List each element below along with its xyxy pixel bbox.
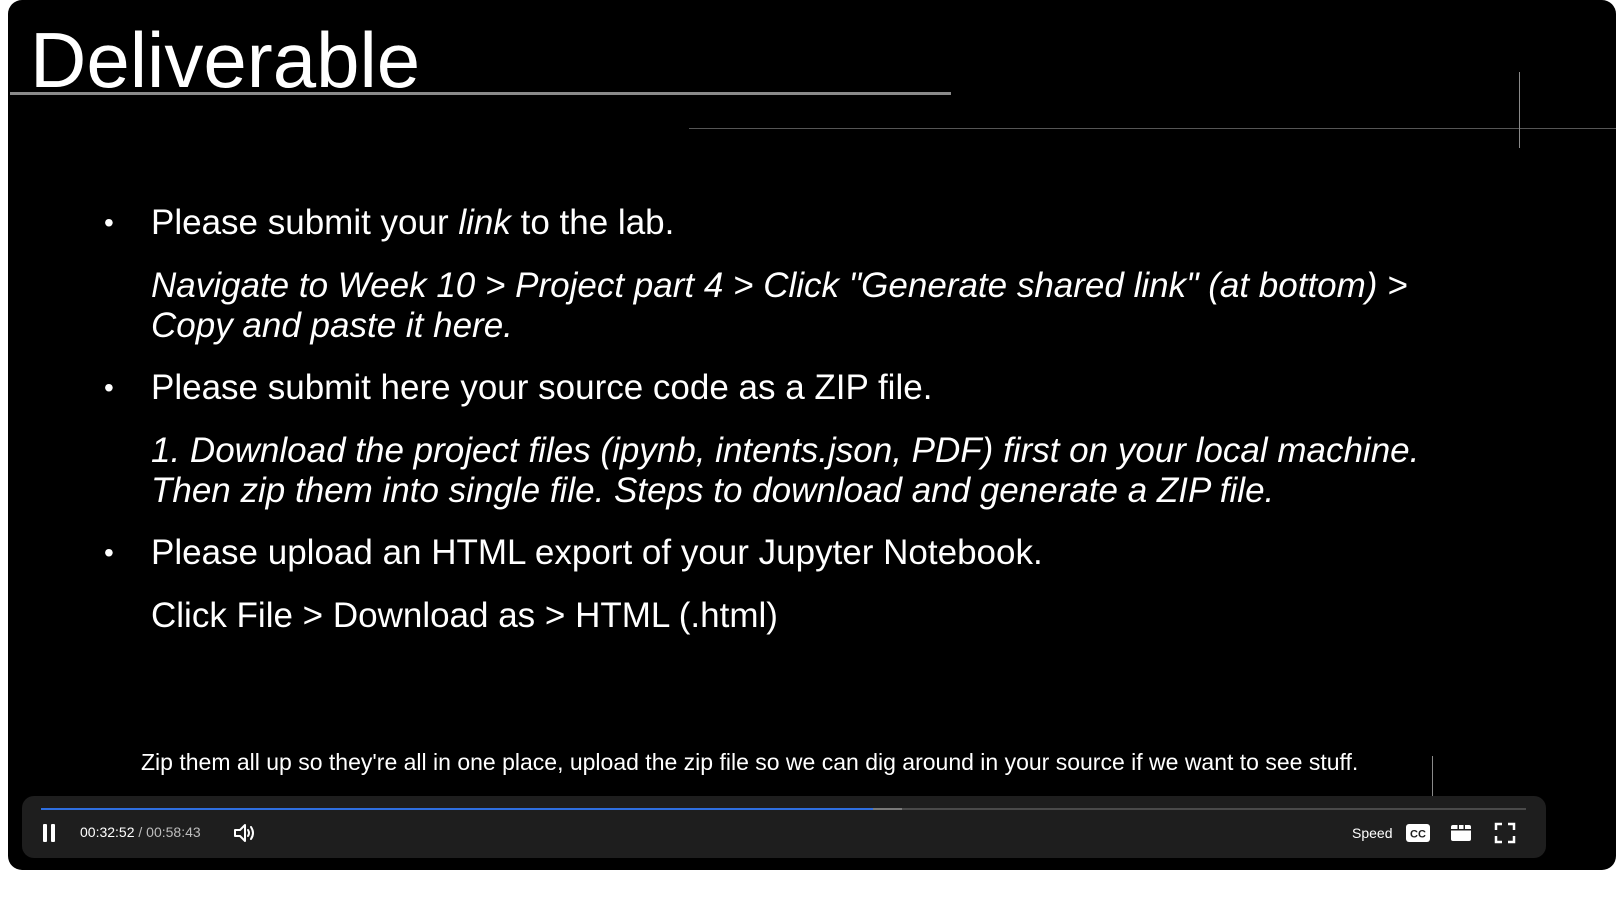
decorative-vertical-line bbox=[1519, 72, 1520, 148]
subtitle-caption: Zip them all up so they're all in one pl… bbox=[141, 749, 1359, 775]
captions-button[interactable]: CC bbox=[1405, 820, 1431, 846]
bullet-text-tail: to the lab. bbox=[510, 203, 675, 242]
volume-button[interactable] bbox=[232, 820, 258, 846]
caption-divider bbox=[1432, 756, 1433, 796]
bullet-text: Please upload an HTML export of your Jup… bbox=[151, 533, 1043, 572]
time-display: 00:32:52 / 00:58:43 bbox=[80, 824, 201, 840]
bullet-item: • Please submit your link to the lab. bbox=[104, 203, 1491, 243]
bullet-emphasis: link bbox=[458, 203, 511, 242]
bullet-icon: • bbox=[104, 537, 114, 568]
speed-button[interactable]: Speed bbox=[1352, 825, 1392, 841]
bullet-icon: • bbox=[104, 372, 114, 403]
progress-played bbox=[41, 808, 873, 810]
pause-icon bbox=[43, 824, 55, 842]
time-separator: / bbox=[138, 824, 143, 840]
bullet-detail: 1. Download the project files (ipynb, in… bbox=[151, 431, 1420, 510]
svg-text:CC: CC bbox=[1410, 829, 1426, 841]
bullet-detail: Navigate to Week 10 > Project part 4 > C… bbox=[151, 266, 1408, 345]
video-player[interactable]: Deliverable • Please submit your link to… bbox=[8, 0, 1616, 870]
pause-button[interactable] bbox=[38, 820, 60, 846]
layout-icon bbox=[1451, 825, 1471, 841]
bullet-icon: • bbox=[104, 207, 114, 238]
decorative-line bbox=[689, 128, 1616, 129]
fullscreen-button[interactable] bbox=[1493, 820, 1517, 846]
bullet-item: • Please upload an HTML export of your J… bbox=[104, 533, 1491, 573]
slide-title: Deliverable bbox=[30, 16, 421, 104]
progress-bar[interactable] bbox=[41, 808, 1526, 810]
bullet-text: Please submit your bbox=[151, 203, 459, 242]
bullet-item: • Please submit here your source code as… bbox=[104, 368, 1491, 408]
current-time: 00:32:52 bbox=[80, 824, 135, 840]
bullet-text: Please submit here your source code as a… bbox=[151, 368, 933, 407]
layout-button[interactable] bbox=[1449, 820, 1473, 846]
duration: 00:58:43 bbox=[146, 824, 201, 840]
bullet-detail: Click File > Download as > HTML (.html) bbox=[151, 596, 778, 635]
player-controls: 00:32:52 / 00:58:43 Speed CC bbox=[22, 796, 1546, 858]
title-underline bbox=[10, 92, 951, 95]
closed-captions-icon: CC bbox=[1406, 824, 1430, 842]
fullscreen-icon bbox=[1494, 822, 1516, 844]
volume-icon bbox=[234, 824, 254, 842]
